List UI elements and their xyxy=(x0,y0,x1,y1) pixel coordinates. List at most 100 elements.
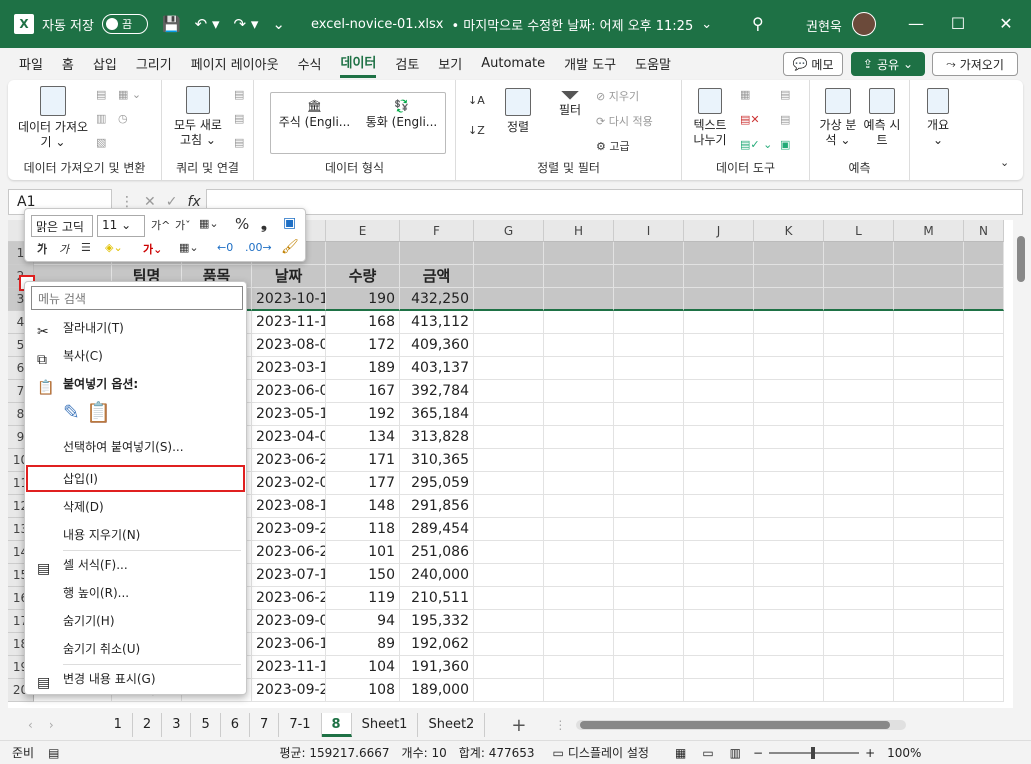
cell[interactable] xyxy=(824,242,894,265)
cell[interactable]: 2023-09-08 xyxy=(252,610,326,633)
cell[interactable] xyxy=(614,518,684,541)
decrease-decimal-icon[interactable]: .00→ xyxy=(245,241,272,254)
cell[interactable] xyxy=(824,288,894,311)
sheet-tab[interactable]: 7-1 xyxy=(279,713,322,737)
cell[interactable] xyxy=(964,403,1004,426)
cell[interactable] xyxy=(894,564,964,587)
cell[interactable] xyxy=(894,265,964,288)
cell[interactable] xyxy=(544,288,614,311)
cell[interactable] xyxy=(474,472,544,495)
text-to-columns-button[interactable]: 텍스트 나누기 xyxy=(688,88,732,148)
menu-delete[interactable]: 삭제(D) xyxy=(25,494,246,520)
increase-decimal-icon[interactable]: ←0 xyxy=(217,241,233,254)
status-average[interactable]: 평균: 159217.6667 xyxy=(279,744,389,761)
tab-page-layout[interactable]: 페이지 레이아웃 xyxy=(191,50,279,77)
cell[interactable]: 171 xyxy=(326,449,400,472)
cell[interactable]: 289,454 xyxy=(400,518,474,541)
cell[interactable]: 251,086 xyxy=(400,541,474,564)
add-sheet-icon[interactable]: + xyxy=(511,715,526,736)
cell[interactable]: 195,332 xyxy=(400,610,474,633)
cell[interactable]: 2023-02-01 xyxy=(252,472,326,495)
chevron-down-icon[interactable]: ⌄ xyxy=(701,17,712,32)
percent-icon[interactable]: % xyxy=(235,215,249,233)
cell[interactable]: 365,184 xyxy=(400,403,474,426)
cell[interactable]: 2023-03-16 xyxy=(252,357,326,380)
existing-conn-icon[interactable]: ▧ xyxy=(96,136,106,149)
cell[interactable] xyxy=(474,288,544,311)
column-header[interactable]: N xyxy=(964,220,1004,242)
column-header[interactable]: H xyxy=(544,220,614,242)
cell[interactable]: 190 xyxy=(326,288,400,311)
cell[interactable] xyxy=(964,311,1004,334)
cell[interactable]: 192,062 xyxy=(400,633,474,656)
cell[interactable] xyxy=(544,679,614,702)
horizontal-scrollbar[interactable] xyxy=(576,720,907,730)
cell[interactable] xyxy=(684,656,754,679)
from-web-icon[interactable]: ▦ ⌄ xyxy=(118,88,141,101)
queries-icon[interactable]: ▤ xyxy=(234,88,244,101)
cell[interactable] xyxy=(684,564,754,587)
cell[interactable] xyxy=(964,564,1004,587)
prev-sheet-icon[interactable]: ‹ xyxy=(28,718,33,732)
cell[interactable] xyxy=(544,311,614,334)
cell[interactable] xyxy=(544,357,614,380)
cell[interactable] xyxy=(474,449,544,472)
cell[interactable] xyxy=(614,610,684,633)
cell[interactable]: 189,000 xyxy=(400,679,474,702)
cell[interactable]: 168 xyxy=(326,311,400,334)
column-header[interactable]: E xyxy=(326,220,400,242)
cell[interactable] xyxy=(894,495,964,518)
cell[interactable] xyxy=(544,633,614,656)
cell[interactable] xyxy=(824,495,894,518)
flash-fill-icon[interactable]: ▦ xyxy=(740,88,750,101)
cell[interactable]: 392,784 xyxy=(400,380,474,403)
sheet-tab[interactable]: Sheet1 xyxy=(352,713,419,737)
cell[interactable]: 2023-05-18 xyxy=(252,403,326,426)
cell[interactable] xyxy=(684,633,754,656)
menu-format-cells[interactable]: ▤ 셀 서식(F)... xyxy=(25,552,246,578)
cell[interactable] xyxy=(824,656,894,679)
cell[interactable] xyxy=(474,541,544,564)
shrink-font-icon[interactable]: 가ˇ xyxy=(175,217,191,233)
cell[interactable] xyxy=(544,610,614,633)
sheet-tab[interactable]: 3 xyxy=(162,713,192,737)
cell[interactable]: 101 xyxy=(326,541,400,564)
search-icon[interactable]: ⚲ xyxy=(752,14,764,33)
cell[interactable] xyxy=(474,334,544,357)
cell[interactable] xyxy=(894,426,964,449)
data-types-gallery[interactable]: 🏛 주식 (Engli... 💱 통화 (Engli... xyxy=(270,92,446,154)
cell[interactable] xyxy=(964,541,1004,564)
cell[interactable]: 310,365 xyxy=(400,449,474,472)
cell[interactable]: 2023-07-19 xyxy=(252,564,326,587)
formula-input[interactable] xyxy=(206,189,1023,215)
cell[interactable]: 2023-06-13 xyxy=(252,633,326,656)
table-header-cell[interactable]: 금액 xyxy=(400,265,474,288)
remove-duplicates-icon[interactable]: ▤✕ xyxy=(740,113,760,126)
menu-search-input[interactable]: 메뉴 검색 xyxy=(31,286,243,310)
format-painter-icon[interactable]: 🖌 xyxy=(281,239,299,255)
display-settings[interactable]: 디스플레이 설정 xyxy=(568,744,649,761)
cell[interactable] xyxy=(754,334,824,357)
cell[interactable] xyxy=(824,449,894,472)
sheet-tab[interactable]: Sheet2 xyxy=(418,713,486,737)
cell[interactable] xyxy=(684,357,754,380)
tab-home[interactable]: 홈 xyxy=(62,50,74,77)
accounting-format-icon[interactable]: ▦⌄ xyxy=(199,217,219,230)
cell[interactable] xyxy=(614,449,684,472)
cell[interactable] xyxy=(614,288,684,311)
save-icon[interactable]: 💾 xyxy=(162,15,181,33)
cell[interactable] xyxy=(614,541,684,564)
scroll-thumb[interactable] xyxy=(580,721,891,729)
cell[interactable]: 108 xyxy=(326,679,400,702)
cell[interactable]: 134 xyxy=(326,426,400,449)
cell[interactable] xyxy=(824,587,894,610)
maximize-icon[interactable]: ☐ xyxy=(948,14,968,33)
table-header-cell[interactable]: 날짜 xyxy=(252,265,326,288)
cell[interactable] xyxy=(684,587,754,610)
cell[interactable] xyxy=(754,518,824,541)
sheet-tab-active[interactable]: 8 xyxy=(321,713,352,737)
sort-asc-icon[interactable]: ↓A xyxy=(468,94,485,107)
outline-button[interactable]: 개요 ⌄ xyxy=(918,88,958,148)
from-text-icon[interactable]: ▤ xyxy=(96,88,106,101)
cell[interactable] xyxy=(894,288,964,311)
